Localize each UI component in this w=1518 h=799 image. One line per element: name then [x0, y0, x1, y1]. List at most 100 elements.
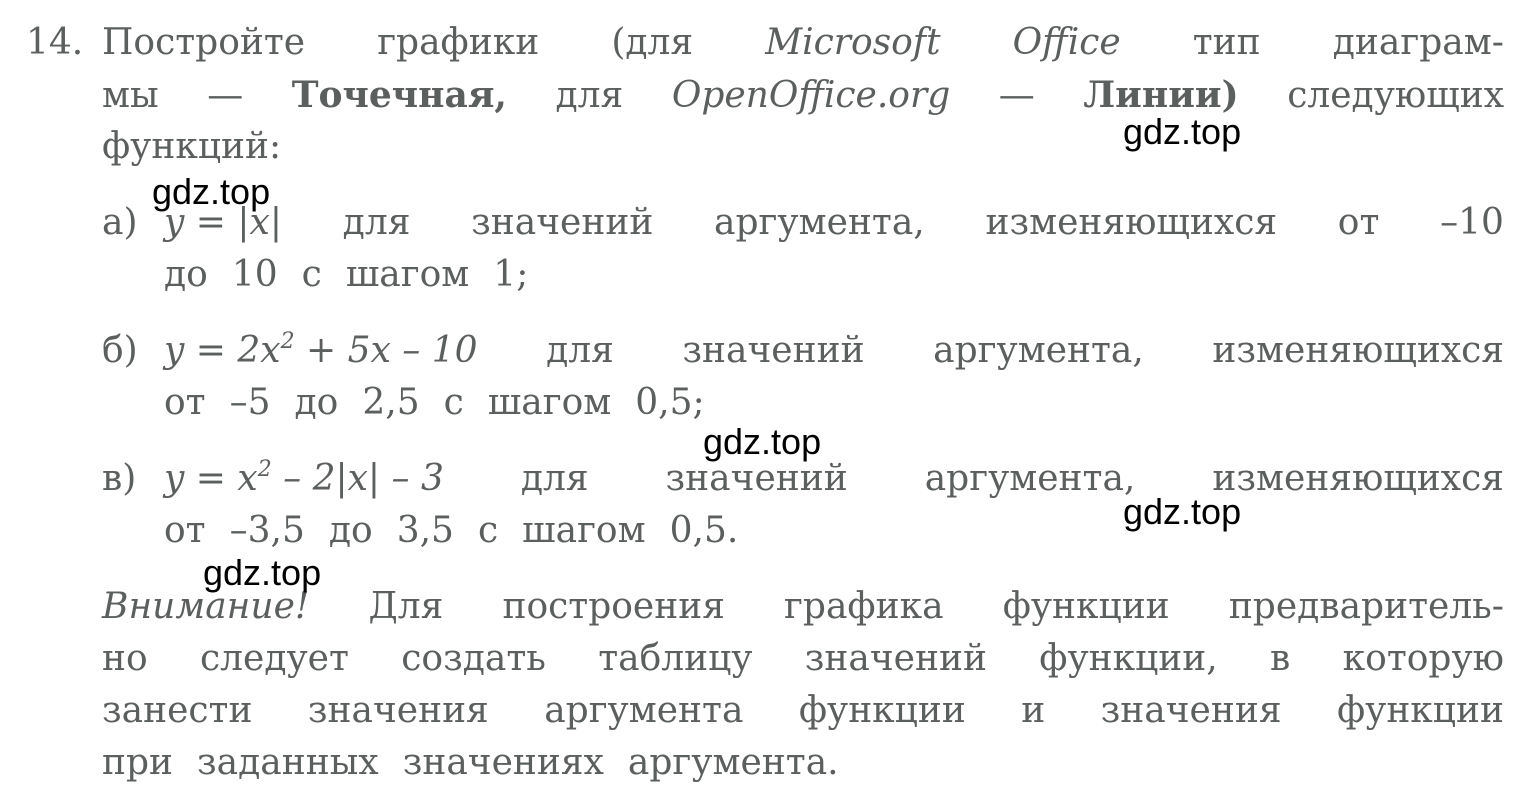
word: аргумента. — [627, 742, 839, 783]
word: шагом — [345, 254, 470, 295]
word: от — [1337, 202, 1380, 243]
item-b-label: б) — [102, 330, 138, 371]
word: 10 — [231, 254, 278, 295]
word: аргумента, — [933, 330, 1144, 371]
word: значений — [682, 330, 865, 371]
chart-type-scatter: Точечная, — [291, 74, 507, 116]
word: шагом — [487, 382, 612, 423]
word: и — [1021, 690, 1046, 731]
word: мы — [102, 75, 159, 116]
word: функции — [1336, 690, 1504, 731]
word: следующих — [1287, 75, 1504, 116]
watermark: gdz.top — [1123, 111, 1242, 152]
watermark: gdz.top — [703, 421, 822, 462]
item-v-line-2: от –3,5 до 3,5 с шагом 0,5. — [164, 505, 762, 557]
intro-line-3: функций: — [102, 121, 305, 173]
item-a-line-2: до 10 с шагом 1; — [164, 249, 552, 301]
word: диаграм- — [1332, 22, 1504, 63]
app-name-office: Office — [1012, 22, 1121, 63]
word: от — [164, 382, 206, 423]
dash: — — [207, 75, 244, 116]
task-number: 14. — [26, 22, 84, 63]
word: функции — [1002, 586, 1170, 627]
word: для — [555, 75, 624, 116]
word: 0,5; — [635, 382, 705, 423]
item-a-label: а) — [102, 202, 138, 243]
note-line-4: при заданных значениях аргумента. — [102, 737, 863, 789]
formula-part: + 5x – 10 — [294, 330, 478, 371]
word: для — [342, 202, 411, 243]
word: с — [477, 510, 499, 551]
word: Постройте — [102, 22, 306, 63]
word: следует — [200, 638, 349, 679]
formula-part: – 2|x| – 3 — [271, 458, 444, 499]
item-v-label: в) — [102, 458, 137, 499]
intro-line-1: Постройте графики (для Microsoft Office … — [102, 17, 1504, 69]
word: тип — [1192, 22, 1261, 63]
word: создать — [401, 638, 546, 679]
item-b-line-1: y = 2x2 + 5x – 10 для значений аргумента… — [164, 325, 1504, 377]
word: до — [164, 254, 208, 295]
watermark: gdz.top — [152, 171, 271, 212]
formula-b: y = 2x2 + 5x – 10 — [164, 325, 478, 377]
word: функции — [798, 690, 966, 731]
word: –10 — [1440, 202, 1504, 243]
word: 3,5 — [396, 510, 454, 551]
word: аргумента, — [924, 458, 1136, 499]
word: графики — [377, 22, 540, 63]
word: построения — [502, 586, 725, 627]
word: до — [328, 510, 373, 551]
word: с — [301, 254, 322, 295]
word: –5 — [229, 382, 271, 423]
word: при — [102, 742, 174, 783]
word: изменяющихся — [1212, 330, 1504, 371]
app-name-microsoft: Microsoft — [765, 22, 941, 63]
word: функций: — [102, 126, 282, 167]
formula-part: y = x — [164, 458, 258, 499]
word: которую — [1342, 638, 1504, 679]
word: заданных — [197, 742, 379, 783]
exponent: 2 — [257, 457, 272, 482]
word: –3,5 — [229, 510, 305, 551]
word: изменяющихся — [985, 202, 1278, 243]
item-a-line-1: y = |x| для значений аргумента, изменяющ… — [164, 197, 1504, 249]
word: значений — [471, 202, 654, 243]
word: шагом — [522, 510, 646, 551]
formula-v: y = x2 – 2|x| – 3 — [164, 453, 444, 505]
word: предваритель- — [1228, 586, 1504, 627]
word: для — [520, 458, 589, 499]
item-v-line-1: y = x2 – 2|x| – 3 для значений аргумента… — [164, 453, 1504, 505]
word: 1; — [493, 254, 529, 295]
word: аргумента, — [714, 202, 925, 243]
word: (для — [611, 22, 694, 63]
word: изменяющихся — [1212, 458, 1504, 499]
note-line-3: занести значения аргумента функции и зна… — [102, 685, 1504, 737]
word: таблицу — [598, 638, 753, 679]
word: значений — [804, 638, 987, 679]
word: значения — [307, 690, 489, 731]
watermark: gdz.top — [203, 552, 322, 593]
intro-line-2: мы — Точечная, для OpenOffice.org — Лини… — [102, 69, 1504, 122]
word: значения — [1100, 690, 1282, 731]
watermark: gdz.top — [1123, 491, 1242, 532]
word: занести — [102, 690, 253, 731]
item-b-line-2: от –5 до 2,5 с шагом 0,5; — [164, 377, 729, 429]
word: от — [164, 510, 206, 551]
word: 0,5. — [669, 510, 739, 551]
app-name-openoffice: OpenOffice.org — [671, 75, 951, 116]
formula-part: y = 2x — [164, 330, 281, 371]
note-line-2: но следует создать таблицу значений функ… — [102, 633, 1504, 685]
word: графика — [784, 586, 944, 627]
word: но — [102, 638, 148, 679]
word: функции, — [1039, 638, 1218, 679]
word: значениях — [402, 742, 604, 783]
word: до — [294, 382, 339, 423]
dash: — — [998, 75, 1035, 116]
word: Для — [368, 586, 444, 627]
word: аргумента — [544, 690, 744, 731]
word: 2,5 — [362, 382, 420, 423]
word: с — [443, 382, 464, 423]
word: в — [1270, 638, 1291, 679]
exponent: 2 — [280, 329, 295, 354]
word: для — [546, 330, 614, 371]
